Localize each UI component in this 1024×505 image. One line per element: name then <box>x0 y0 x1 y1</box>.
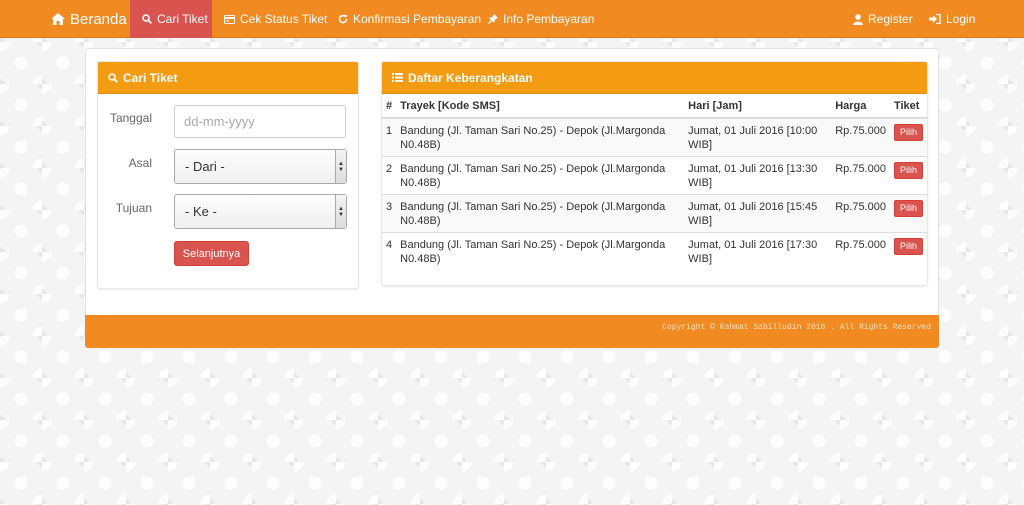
nav-login-label: Login <box>946 12 976 26</box>
row-route: Bandung (Jl. Taman Sari No.25) - Depok (… <box>396 194 685 233</box>
departure-panel: Daftar Keberangkatan # Trayek [Kode SMS]… <box>381 61 928 286</box>
nav-register[interactable]: Register <box>853 0 913 38</box>
pilih-button[interactable]: Pilih <box>893 200 923 217</box>
search-icon <box>142 14 152 24</box>
chevron-down-icon: ▲ ▼ <box>335 195 346 228</box>
col-action-header: Tiket <box>889 94 927 119</box>
nav-cari-tiket[interactable]: Cari Tiket <box>130 0 212 38</box>
nav-cek-status[interactable]: Cek Status Tiket <box>224 0 327 38</box>
row-price: Rp.75.000 <box>831 194 890 233</box>
row-day-line: WIB] <box>688 253 713 265</box>
nav-konfirmasi[interactable]: Konfirmasi Pembayaran <box>338 0 481 38</box>
tanggal-label: Tanggal <box>109 111 152 125</box>
row-route-line: Bandung (Jl. Taman Sari No.25) - Depok (… <box>400 125 666 137</box>
tanggal-input[interactable] <box>174 105 346 138</box>
row-day-line: Jumat, 01 Juli 2016 [13:30 <box>688 163 818 175</box>
asal-select-value: - Dari - <box>185 159 225 174</box>
search-panel-title: Cari Tiket <box>123 70 178 85</box>
asal-label: Asal <box>128 156 152 170</box>
row-route: Bandung (Jl. Taman Sari No.25) - Depok (… <box>396 156 685 195</box>
row-price: Rp.75.000 <box>831 156 890 195</box>
departure-panel-title: Daftar Keberangkatan <box>408 70 533 85</box>
row-day: Jumat, 01 Juli 2016 [15:45 WIB] <box>684 194 832 233</box>
table-row: 3 Bandung (Jl. Taman Sari No.25) - Depok… <box>382 194 927 233</box>
user-icon <box>853 13 863 25</box>
nav-register-label: Register <box>868 12 913 26</box>
row-day: Jumat, 01 Juli 2016 [13:30 WIB] <box>684 156 832 195</box>
row-day-line: WIB] <box>688 139 713 151</box>
nav-info-pembayaran[interactable]: Info Pembayaran <box>488 0 594 38</box>
copyright-text: Copyright © Rahmat Sabilludin 2016 . All… <box>662 323 931 332</box>
row-route-line: Bandung (Jl. Taman Sari No.25) - Depok (… <box>400 239 666 251</box>
nav-beranda[interactable]: Beranda <box>51 0 127 38</box>
nav-cek-status-label: Cek Status Tiket <box>240 12 328 26</box>
row-action: Pilih <box>889 232 927 270</box>
row-day-line: Jumat, 01 Juli 2016 [15:45 <box>688 201 818 213</box>
row-action: Pilih <box>889 156 927 195</box>
top-navbar: Beranda Cari Tiket Cek Status Tiket Konf… <box>0 0 1024 38</box>
row-day-line: Jumat, 01 Juli 2016 [17:30 <box>688 239 818 251</box>
asal-select[interactable]: - Dari - ▲ ▼ <box>174 149 347 184</box>
row-action: Pilih <box>889 194 927 233</box>
row-day: Jumat, 01 Juli 2016 [10:00 WIB] <box>684 117 832 157</box>
row-price: Rp.75.000 <box>831 232 890 270</box>
row-day: Jumat, 01 Juli 2016 [17:30 WIB] <box>684 232 832 270</box>
main-container: Cari Tiket Tanggal Asal - Dari - ▲▼ Tuju… <box>85 48 939 348</box>
pilih-button[interactable]: Pilih <box>893 162 923 179</box>
footer: Copyright © Rahmat Sabilludin 2016 . All… <box>85 315 939 348</box>
row-number: 4 <box>382 232 397 270</box>
search-panel-heading: Cari Tiket <box>98 62 358 94</box>
row-day-line: WIB] <box>688 215 713 227</box>
col-route-header: Trayek [Kode SMS] <box>396 94 685 119</box>
nav-konfirmasi-label: Konfirmasi Pembayaran <box>353 12 482 26</box>
row-number: 1 <box>382 117 397 157</box>
col-no-header: # <box>382 94 397 119</box>
nav-login[interactable]: Login <box>929 0 975 38</box>
row-route-line: N0.48B) <box>400 139 441 151</box>
row-route-line: N0.48B) <box>400 215 441 227</box>
card-icon <box>224 14 235 24</box>
table-row: 4 Bandung (Jl. Taman Sari No.25) - Depok… <box>382 232 927 270</box>
table-header-row: # Trayek [Kode SMS] Hari [Jam] Harga Tik… <box>382 94 927 119</box>
tujuan-select-value: - Ke - <box>185 204 217 219</box>
chevron-down-icon: ▲ ▼ <box>335 150 346 183</box>
row-route: Bandung (Jl. Taman Sari No.25) - Depok (… <box>396 232 685 270</box>
row-number: 2 <box>382 156 397 195</box>
row-route: Bandung (Jl. Taman Sari No.25) - Depok (… <box>396 117 685 157</box>
nav-info-pembayaran-label: Info Pembayaran <box>503 12 595 26</box>
refresh-icon <box>338 14 348 24</box>
tujuan-select[interactable]: - Ke - ▲ ▼ <box>174 194 347 229</box>
login-icon <box>929 14 941 24</box>
pin-icon <box>488 14 498 24</box>
row-number: 3 <box>382 194 397 233</box>
row-route-line: Bandung (Jl. Taman Sari No.25) - Depok (… <box>400 201 666 213</box>
row-route-line: N0.48B) <box>400 177 441 189</box>
pilih-button[interactable]: Pilih <box>893 124 923 141</box>
col-price-header: Harga <box>831 94 890 119</box>
pilih-button[interactable]: Pilih <box>893 238 923 255</box>
row-action: Pilih <box>889 117 927 157</box>
table-row: 2 Bandung (Jl. Taman Sari No.25) - Depok… <box>382 156 927 195</box>
next-button[interactable]: Selanjutnya <box>174 241 249 266</box>
table-row: 1 Bandung (Jl. Taman Sari No.25) - Depok… <box>382 117 927 157</box>
search-panel: Cari Tiket Tanggal Asal - Dari - ▲▼ Tuju… <box>97 61 359 289</box>
departure-table: # Trayek [Kode SMS] Hari [Jam] Harga Tik… <box>382 94 927 270</box>
home-icon <box>51 13 65 25</box>
list-icon <box>392 73 403 82</box>
nav-beranda-label: Beranda <box>70 10 127 28</box>
row-day-line: WIB] <box>688 177 713 189</box>
row-route-line: N0.48B) <box>400 253 441 265</box>
row-route-line: Bandung (Jl. Taman Sari No.25) - Depok (… <box>400 163 666 175</box>
col-day-header: Hari [Jam] <box>684 94 832 119</box>
tujuan-label: Tujuan <box>115 201 152 215</box>
nav-cari-tiket-label: Cari Tiket <box>157 12 208 26</box>
departure-panel-heading: Daftar Keberangkatan <box>382 62 927 94</box>
row-day-line: Jumat, 01 Juli 2016 [10:00 <box>688 125 818 137</box>
row-price: Rp.75.000 <box>831 117 890 157</box>
search-icon <box>108 72 118 83</box>
